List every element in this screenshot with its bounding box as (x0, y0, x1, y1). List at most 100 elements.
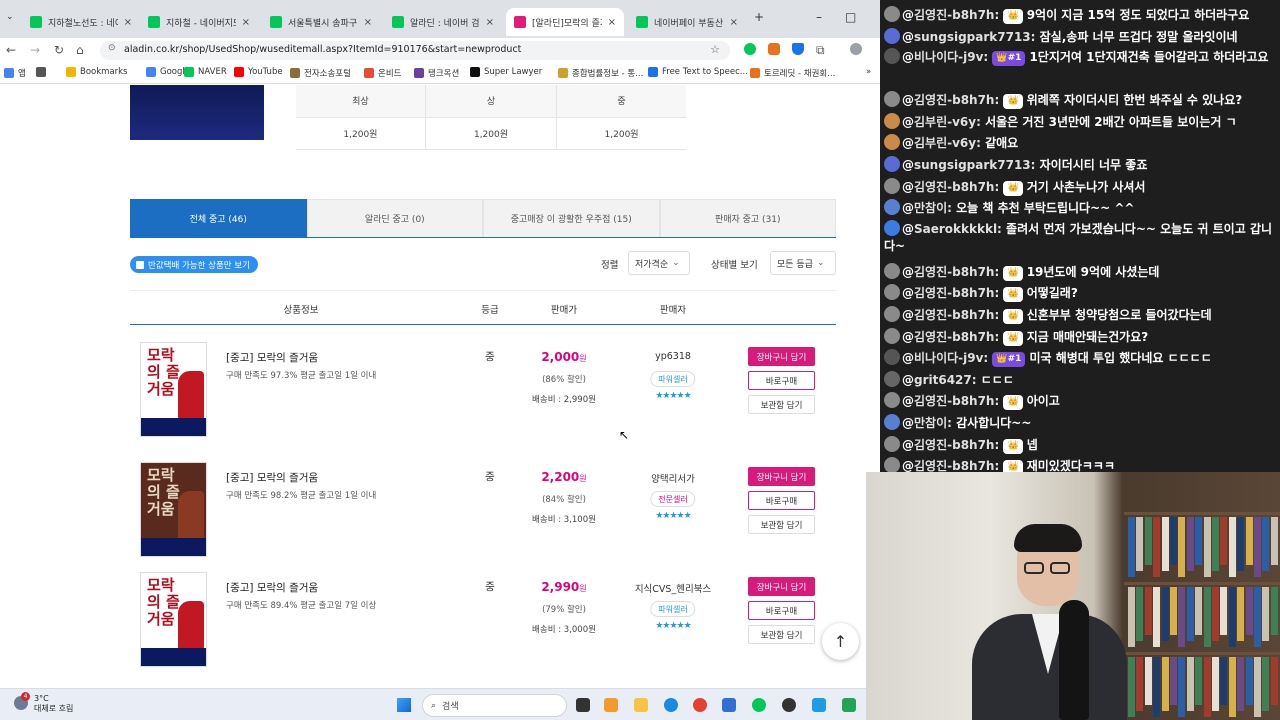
bookmark-item[interactable]: 온비드 (364, 67, 401, 79)
store-icon[interactable] (722, 698, 736, 712)
browser-tab[interactable]: [알라딘]모락의 즐거 × (506, 8, 624, 36)
seller-name-link[interactable]: 양택리서가 (651, 471, 695, 485)
condition-select[interactable]: 모든 등급 ⌄ (770, 251, 836, 275)
used-tab[interactable]: 판매자 중고 (31) (659, 199, 836, 237)
add-to-cart-button[interactable]: 장바구니 담기 (748, 347, 815, 366)
chat-username[interactable]: Saerokkkkkl: (914, 222, 1002, 236)
chat-username[interactable]: 비나이다-j9v: (914, 351, 988, 365)
used-tab[interactable]: 알라딘 중고 (0) (306, 199, 483, 237)
bookmark-item[interactable]: 토르레딧 - 채권회... (750, 67, 835, 79)
sort-select[interactable]: 저가격순 ⌄ (628, 251, 690, 275)
bookmark-item[interactable]: Free Text to Speec... (648, 67, 748, 77)
buy-now-button[interactable]: 바로구매 (748, 371, 815, 390)
product-title-link[interactable]: [중고] 모락의 즐거움 (226, 350, 318, 365)
back-icon[interactable]: ← (6, 43, 16, 57)
task-view-icon[interactable] (576, 698, 590, 712)
app-icon[interactable] (812, 698, 826, 712)
extension-icon[interactable] (792, 43, 804, 55)
chat-username[interactable]: sungsigpark7713: (914, 158, 1035, 172)
used-tab[interactable]: 중고매장 이 광활한 우주점 (15) (483, 199, 660, 237)
close-tab-icon[interactable]: × (486, 17, 494, 28)
save-to-wishlist-button[interactable]: 보관함 담기 (748, 395, 815, 414)
add-to-cart-button[interactable]: 장바구니 담기 (748, 467, 815, 486)
book-thumbnail[interactable]: 모락의 즐거움 (140, 342, 207, 437)
forward-icon[interactable]: → (30, 43, 40, 57)
chat-username[interactable]: sungsigpark7713: (914, 30, 1035, 44)
bookmark-star-icon[interactable]: ☆ (710, 43, 720, 56)
chat-username[interactable]: 김영진-b8h7h: (914, 93, 999, 107)
chat-username[interactable]: 비나이다-j9v: (914, 50, 988, 64)
app-icon[interactable] (842, 698, 856, 712)
checkbox-icon[interactable] (136, 260, 144, 269)
chat-username[interactable]: 김영진-b8h7h: (914, 180, 999, 194)
url-field[interactable]: ⊙ aladin.co.kr/shop/UsedShop/wuseditemal… (100, 41, 730, 60)
windows-start-icon[interactable] (397, 698, 411, 712)
chat-username[interactable]: 김영진-b8h7h: (914, 330, 999, 344)
new-tab-button[interactable]: + (754, 10, 764, 24)
close-tab-icon[interactable]: × (730, 17, 738, 28)
close-tab-icon[interactable]: × (364, 17, 372, 28)
save-to-wishlist-button[interactable]: 보관함 담기 (748, 625, 815, 644)
chat-username[interactable]: 김영진-b8h7h: (914, 308, 999, 322)
chat-username[interactable]: 김영진-b8h7h: (914, 265, 999, 279)
bookmark-item[interactable]: 앱 (4, 67, 26, 79)
home-icon[interactable]: ⌂ (76, 43, 84, 57)
chat-username[interactable]: 만참이: (914, 416, 952, 430)
save-to-wishlist-button[interactable]: 보관함 담기 (748, 515, 815, 534)
app-icon[interactable] (752, 698, 766, 712)
chat-username[interactable]: 김영진-b8h7h: (914, 8, 999, 22)
chat-username[interactable]: 김영진-b8h7h: (914, 459, 999, 472)
book-thumbnail[interactable]: 모락의 즐거움 (140, 572, 207, 667)
chat-username[interactable]: 김영진-b8h7h: (914, 286, 999, 300)
close-tab-icon[interactable]: × (124, 17, 132, 28)
bookmark-item[interactable]: YouTube (234, 67, 283, 77)
bookmark-item[interactable] (36, 67, 50, 77)
copilot-icon[interactable] (604, 698, 618, 712)
add-to-cart-button[interactable]: 장바구니 담기 (748, 577, 815, 596)
browser-tab[interactable]: 지하철노선도 : 네이 × (22, 8, 140, 36)
chat-username[interactable]: 김부린-v6y: (914, 115, 981, 129)
file-explorer-icon[interactable] (634, 698, 648, 712)
chat-username[interactable]: 김부린-v6y: (914, 136, 981, 150)
bookmark-item[interactable]: 탱크옥션 (414, 67, 459, 79)
bookmark-item[interactable]: Super Lawyer (470, 67, 542, 77)
tab-search-icon[interactable]: ⌄ (6, 12, 14, 22)
browser-tab[interactable]: 네이버페이 부동산 × (628, 8, 746, 36)
maximize-icon[interactable]: □ (845, 10, 856, 24)
bookmark-item[interactable]: 전자소송포털 (290, 67, 351, 79)
browser-tab[interactable]: 지하철 - 네이버지도 × (140, 8, 258, 36)
site-info-icon[interactable]: ⊙ (108, 43, 116, 53)
half-price-delivery-filter[interactable]: 반값택배 가능한 상품만 보기 (130, 256, 258, 273)
obs-icon[interactable] (782, 698, 796, 712)
buy-now-button[interactable]: 바로구매 (748, 601, 815, 620)
close-tab-icon[interactable]: × (608, 17, 616, 28)
edge-icon[interactable] (664, 698, 678, 712)
browser-tab[interactable]: 서울특별시 송파구 × (262, 8, 380, 36)
chat-username[interactable]: 김영진-b8h7h: (914, 438, 999, 452)
reload-icon[interactable]: ↻ (54, 43, 64, 57)
product-title-link[interactable]: [중고] 모락의 즐거움 (226, 470, 318, 485)
seller-name-link[interactable]: 지식CVS_헨리북스 (635, 581, 711, 595)
weather-widget[interactable]: 4 3°C 대체로 흐림 (14, 692, 73, 714)
bookmarks-more-icon[interactable]: » (866, 67, 871, 77)
bookmark-item[interactable]: Bookmarks (66, 67, 128, 77)
bookmark-item[interactable]: 종합법률정보 - 통... (558, 67, 643, 79)
scroll-top-button[interactable]: ↑ (822, 623, 859, 660)
used-tab[interactable]: 전체 중고 (46) (130, 199, 307, 237)
extension-icon[interactable] (768, 43, 780, 55)
close-tab-icon[interactable]: × (242, 17, 250, 28)
extension-icon[interactable] (744, 43, 756, 55)
browser-tab[interactable]: 알라딘 : 네이버 검색 × (384, 8, 502, 36)
taskbar-search[interactable]: ⌕ 검색 (422, 694, 567, 717)
bookmark-item[interactable]: NAVER (184, 67, 227, 77)
chat-username[interactable]: 만참이: (914, 201, 952, 215)
extensions-puzzle-icon[interactable]: ⧉ (816, 43, 825, 58)
minimize-icon[interactable]: – (816, 10, 822, 24)
seller-name-link[interactable]: yp6318 (655, 351, 691, 362)
product-title-link[interactable]: [중고] 모락의 즐거움 (226, 580, 318, 595)
profile-avatar[interactable] (850, 43, 862, 55)
book-thumbnail[interactable]: 모락의 즐거움 (140, 462, 207, 557)
chat-username[interactable]: grit6427: (914, 373, 977, 387)
chrome-icon[interactable] (693, 698, 707, 712)
chat-username[interactable]: 김영진-b8h7h: (914, 394, 999, 408)
